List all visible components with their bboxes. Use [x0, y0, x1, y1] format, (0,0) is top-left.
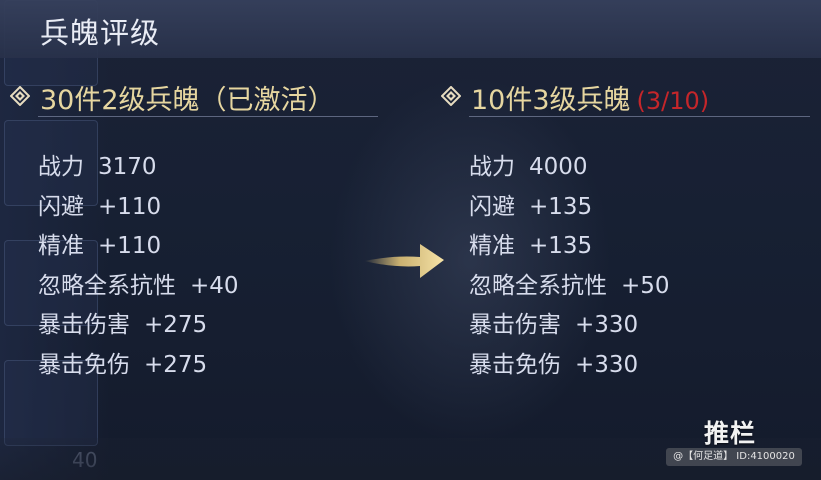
stat-label: 暴击免伤	[38, 351, 130, 378]
stat-value: +110	[98, 233, 162, 259]
stat-row: 闪避 +135	[469, 187, 670, 227]
stat-value: +275	[144, 351, 208, 378]
stat-value: +330	[575, 351, 639, 378]
stat-row: 忽略全系抗性 +40	[38, 266, 239, 306]
arrow-right-icon	[364, 244, 444, 278]
stat-row: 忽略全系抗性 +50	[469, 266, 670, 306]
stat-label: 暴击伤害	[38, 312, 130, 338]
next-tier-header: 10件3级兵魄 (3/10)	[441, 76, 810, 117]
stat-value: +275	[144, 312, 208, 338]
rating-panel: 40 兵魄评级 30件2级兵魄（已激活） 战力3170 闪避+110 精准+11…	[0, 0, 821, 480]
divider	[38, 116, 378, 117]
stat-row: 精准 +135	[469, 226, 670, 266]
stat-row: 战力 3170	[38, 147, 239, 187]
current-tier-header: 30件2级兵魄（已激活）	[10, 76, 378, 117]
stat-label: 暴击伤害	[469, 312, 561, 338]
current-tier-stats: 战力 3170 闪避 +110 精准 +110 忽略全系抗性 +40 暴击伤害 +275 …	[38, 147, 239, 384]
next-tier-title: 10件3级兵魄 (3/10)	[471, 78, 709, 117]
stat-value: +110	[98, 193, 162, 220]
stat-value: 4000	[529, 154, 588, 180]
page-title: 兵魄评级	[40, 16, 161, 50]
credit-badge: @【何足道】 ID:4100020	[666, 448, 802, 466]
stat-label: 闪避	[469, 193, 515, 220]
stat-value: +135	[529, 233, 593, 259]
watermark-logo: 推栏	[704, 419, 757, 448]
stat-label: 精准	[38, 233, 84, 259]
stat-value: +50	[621, 272, 670, 299]
tier-progress: (3/10)	[636, 87, 710, 115]
current-tier-panel: 30件2级兵魄（已激活） 战力 3170 闪避 +110 精准 +110 忽略全系抗性…	[10, 76, 378, 378]
stat-row: 精准 +110	[38, 226, 239, 266]
diamond-icon	[441, 86, 461, 106]
stat-row: 战力 4000	[469, 147, 670, 187]
title-bar: 兵魄评级	[0, 0, 821, 58]
stat-label: 闪避	[38, 193, 84, 220]
stat-value: +330	[575, 312, 639, 338]
diamond-icon	[10, 86, 30, 106]
next-tier-name: 10件3级兵魄	[471, 85, 631, 116]
stat-row: 暴击免伤 +275	[38, 345, 239, 385]
stat-row: 闪避 +110	[38, 187, 239, 227]
stat-value: +40	[190, 272, 239, 299]
stat-label: 战力	[38, 154, 84, 180]
next-tier-stats: 战力 4000 闪避 +135 精准 +135 忽略全系抗性 +50 暴击伤害 +330 …	[469, 147, 670, 384]
current-tier-title: 30件2级兵魄（已激活）	[40, 85, 335, 116]
stat-label: 忽略全系抗性	[469, 272, 607, 299]
stat-label: 精准	[469, 233, 515, 259]
stat-value: +135	[529, 193, 593, 220]
stat-label: 暴击免伤	[469, 351, 561, 378]
divider	[469, 116, 810, 117]
stat-label: 战力	[469, 154, 515, 180]
next-tier-panel: 10件3级兵魄 (3/10) 战力 4000 闪避 +135 精准 +135 忽略全系抗…	[441, 76, 810, 378]
stat-label: 忽略全系抗性	[38, 272, 176, 299]
stat-value: 3170	[98, 154, 157, 180]
stat-row: 暴击伤害 +275	[38, 305, 239, 345]
stat-row: 暴击伤害 +330	[469, 305, 670, 345]
stat-row: 暴击免伤 +330	[469, 345, 670, 385]
